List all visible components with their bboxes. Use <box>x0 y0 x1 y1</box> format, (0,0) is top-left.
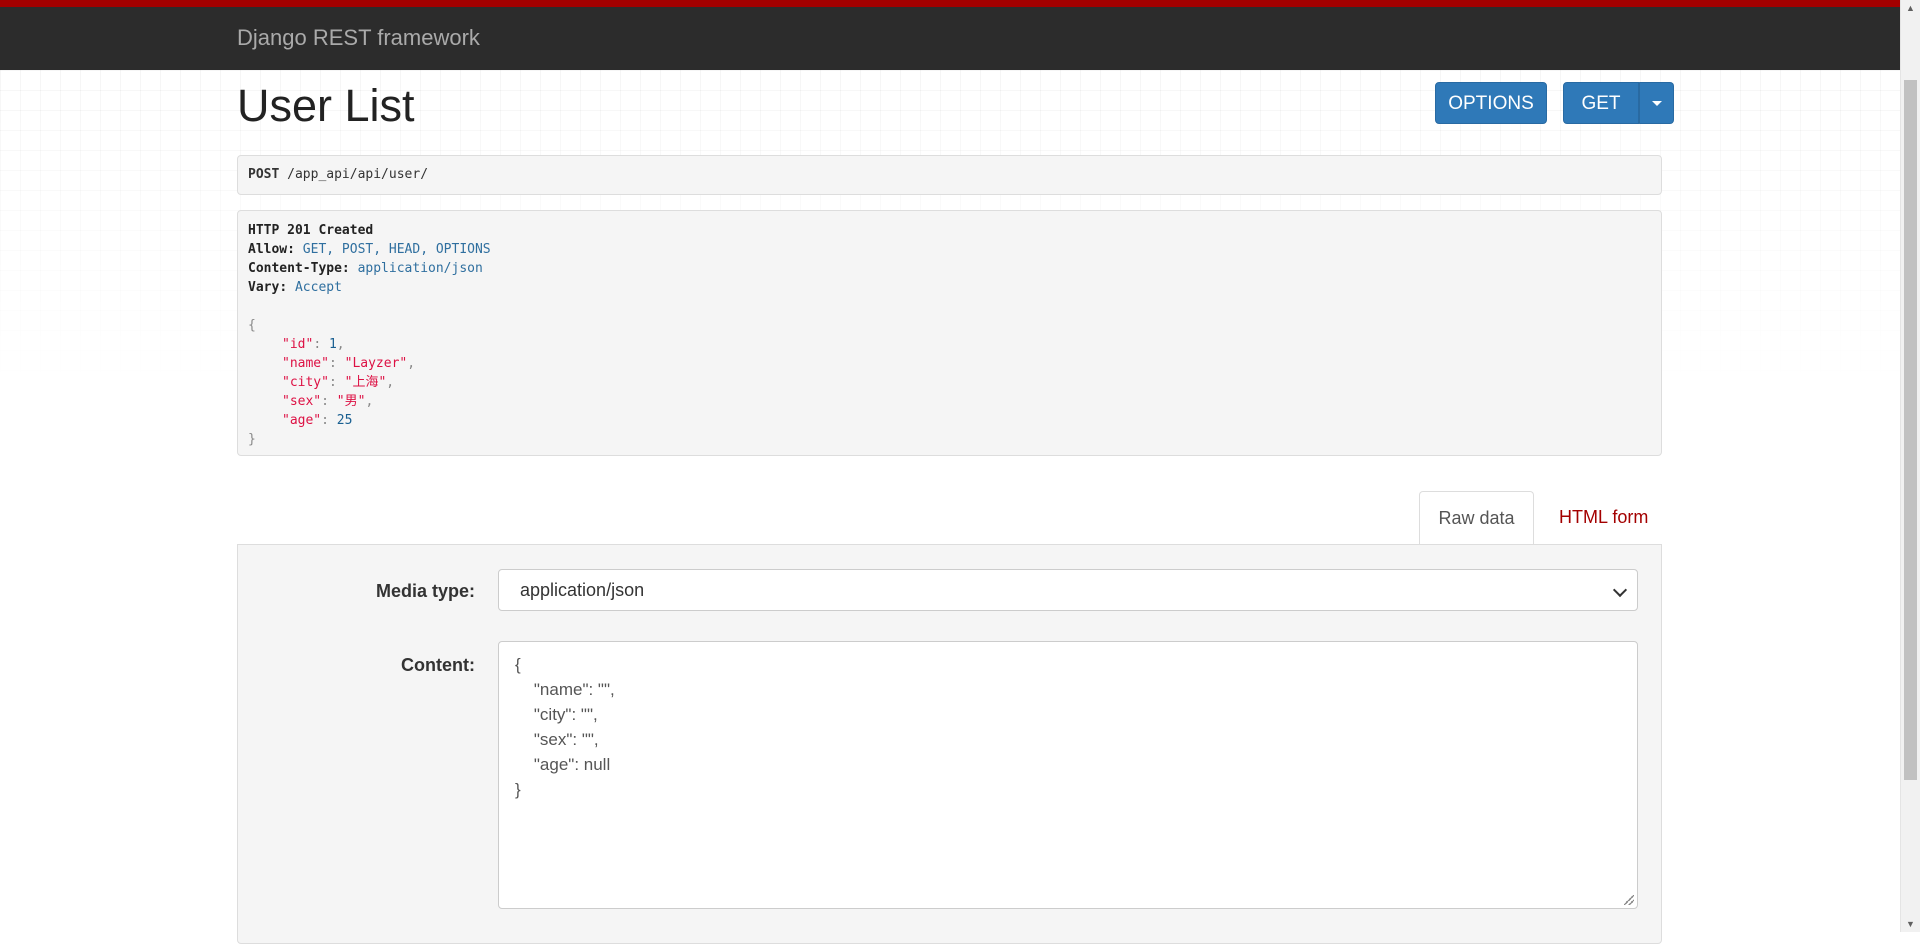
content-line: } <box>515 780 521 799</box>
get-button[interactable]: GET <box>1563 82 1639 124</box>
tab-html-form[interactable]: HTML form <box>1539 491 1668 545</box>
json-key: "id" <box>282 337 314 352</box>
json-open-brace: { <box>248 318 256 333</box>
response-header-value: application/json <box>357 261 483 276</box>
response-header-value: GET, POST, HEAD, OPTIONS <box>302 242 491 257</box>
response-header-key: Content-Type <box>248 261 342 276</box>
json-key: "sex" <box>282 394 322 409</box>
json-value: "Layzer" <box>344 356 408 371</box>
json-close-brace: } <box>248 432 256 447</box>
caret-down-icon <box>1651 101 1662 107</box>
json-value: 1 <box>328 337 337 352</box>
json-value: "上海" <box>344 375 387 390</box>
get-format-dropdown-button[interactable] <box>1639 82 1674 124</box>
brand-link[interactable]: Django REST framework <box>237 25 480 51</box>
content-line: "sex": "", <box>515 730 599 749</box>
page-title: User List <box>237 80 415 131</box>
response-header-value: Accept <box>294 280 342 295</box>
content-line: { <box>515 655 521 674</box>
content-line: "name": "", <box>515 680 615 699</box>
media-type-select[interactable]: application/json <box>498 569 1638 611</box>
chevron-down-icon <box>1612 582 1628 598</box>
request-info: POST /app_api/api/user/ <box>237 155 1662 195</box>
request-path: /app_api/api/user/ <box>287 167 429 182</box>
navbar: Django REST framework <box>0 0 1900 70</box>
media-type-selected-value: application/json <box>520 580 645 600</box>
json-key: "age" <box>282 413 322 428</box>
content-line: "age": null <box>515 755 611 774</box>
content-label: Content: <box>401 655 475 675</box>
media-type-label: Media type: <box>375 581 475 601</box>
options-button[interactable]: OPTIONS <box>1435 82 1547 124</box>
json-value: 25 <box>336 413 353 428</box>
raw-data-form: Media type: application/json Content: { … <box>237 544 1662 944</box>
vertical-scrollbar[interactable]: ▲ ▼ <box>1900 0 1920 932</box>
response-header-key: Vary <box>248 280 280 295</box>
response-status: HTTP 201 Created <box>248 223 374 238</box>
json-key: "name" <box>282 356 329 371</box>
json-key: "city" <box>282 375 329 390</box>
scroll-up-arrow-icon[interactable]: ▲ <box>1901 0 1920 16</box>
content-line: "city": "", <box>515 705 598 724</box>
response-info: HTTP 201 Created Allow: GET, POST, HEAD,… <box>237 210 1662 456</box>
scroll-down-arrow-icon[interactable]: ▼ <box>1901 916 1920 932</box>
tab-raw-data[interactable]: Raw data <box>1419 491 1534 545</box>
scroll-thumb[interactable] <box>1904 80 1917 780</box>
content-textarea[interactable]: { "name": "", "city": "", "sex": "", "ag… <box>498 641 1638 909</box>
json-value: "男" <box>336 394 366 409</box>
request-method: POST <box>248 167 280 182</box>
resize-handle-icon[interactable] <box>1624 895 1634 905</box>
response-header-key: Allow <box>248 242 288 257</box>
